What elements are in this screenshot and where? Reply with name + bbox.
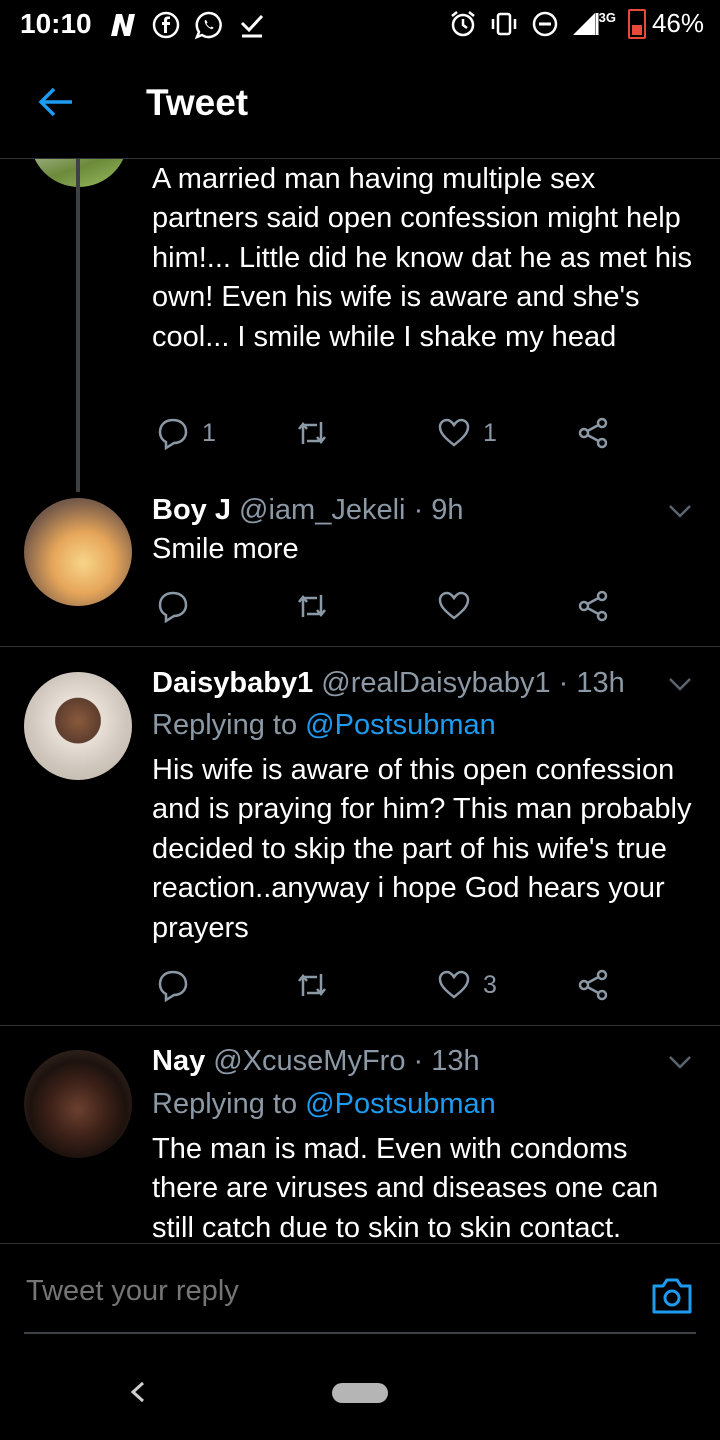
retweet-icon [298, 973, 326, 997]
battery-level: 46% [651, 8, 704, 38]
like-button[interactable] [437, 588, 483, 624]
author-name[interactable]: Boy J [152, 494, 231, 526]
signal-icon [572, 12, 599, 35]
tweet-text: Smile more [152, 533, 299, 565]
replying-to: Replying to @Postsubman [152, 709, 496, 742]
reply-button[interactable]: 1 [156, 415, 216, 451]
home-pill[interactable] [332, 1383, 388, 1403]
avatar[interactable] [24, 498, 132, 606]
retweet-button[interactable] [295, 967, 329, 1003]
status-bar: 10:10 3G 46% [0, 0, 720, 52]
tweet-thread[interactable]: A married man having multiple sex partne… [0, 159, 720, 1242]
tweet-text: The man is mad. Even with condoms there … [152, 1133, 659, 1242]
reply-composer [0, 1243, 720, 1336]
news-app-icon [111, 14, 135, 36]
page-title: Tweet [146, 82, 249, 123]
tweet-actions [152, 588, 622, 628]
alarm-icon [450, 10, 475, 36]
system-icons: 3G 46% [449, 8, 704, 39]
tweet-text: His wife is aware of this open confessio… [152, 754, 692, 944]
divider [0, 646, 720, 647]
retweet-button[interactable] [295, 588, 329, 624]
reply-icon [158, 418, 188, 450]
reply-input[interactable] [24, 1274, 608, 1309]
replying-to-label: Replying to [152, 709, 306, 741]
like-count: 3 [483, 970, 497, 999]
back-arrow-icon[interactable] [36, 82, 76, 122]
share-button[interactable] [576, 415, 610, 451]
mention-link[interactable]: @Postsubman [305, 1088, 496, 1120]
tweet-text: A married man having multiple sex partne… [152, 163, 692, 353]
status-time: 10:10 [20, 8, 92, 39]
download-done-icon [240, 14, 264, 38]
whatsapp-icon [194, 11, 222, 40]
replying-to-label: Replying to [152, 1088, 306, 1120]
like-button[interactable]: 3 [437, 967, 497, 1003]
retweet-icon [298, 594, 326, 618]
like-button[interactable]: 1 [437, 415, 497, 451]
tweet-meta: Nay @XcuseMyFro · 13h [152, 1045, 480, 1078]
like-count: 1 [483, 418, 497, 447]
divider [0, 1025, 720, 1026]
nav-back-icon[interactable] [128, 1380, 148, 1404]
reply-icon [158, 970, 188, 1002]
avatar[interactable] [24, 672, 132, 780]
author-handle[interactable]: @realDaisybaby1 [321, 667, 550, 699]
camera-icon[interactable] [650, 1276, 694, 1316]
facebook-icon [152, 11, 180, 39]
reply-count: 1 [202, 418, 216, 447]
reply-icon [158, 591, 188, 623]
tweet-actions: 3 [152, 967, 622, 1007]
share-icon [578, 590, 608, 622]
tweet-meta: Daisybaby1 @realDaisybaby1 · 13h [152, 667, 625, 700]
replying-to: Replying to @Postsubman [152, 1088, 496, 1121]
heart-icon [438, 418, 470, 447]
author-handle[interactable]: @iam_Jekeli [239, 494, 405, 526]
retweet-icon [298, 421, 326, 445]
share-icon [578, 969, 608, 1001]
tweet-time: · 13h [413, 1045, 480, 1077]
heart-icon [438, 591, 470, 620]
tweet-time: · 13h [558, 667, 625, 699]
share-button[interactable] [576, 588, 610, 624]
do-not-disturb-icon [532, 11, 557, 36]
share-icon [578, 417, 608, 449]
vibrate-icon [491, 12, 516, 35]
thread-connector [76, 159, 80, 492]
tweet-actions: 1 1 [152, 415, 622, 455]
mention-link[interactable]: @Postsubman [305, 709, 496, 741]
retweet-button[interactable] [295, 415, 329, 451]
chevron-down-icon[interactable] [668, 504, 692, 518]
heart-icon [438, 970, 470, 999]
chevron-down-icon[interactable] [668, 1055, 692, 1069]
author-handle[interactable]: @XcuseMyFro [213, 1045, 405, 1077]
reply-button[interactable] [156, 967, 202, 1003]
app-bar: Tweet [0, 52, 720, 159]
author-name[interactable]: Nay [152, 1045, 205, 1077]
network-type: 3G [598, 10, 616, 25]
reply-button[interactable] [156, 588, 202, 624]
composer-underline [24, 1332, 696, 1334]
author-name[interactable]: Daisybaby1 [152, 667, 313, 699]
notification-icons [108, 10, 266, 40]
avatar[interactable] [24, 1050, 132, 1158]
share-button[interactable] [576, 967, 610, 1003]
battery-icon [627, 8, 646, 39]
chevron-down-icon[interactable] [668, 677, 692, 691]
tweet-meta: Boy J @iam_Jekeli · 9h [152, 494, 464, 527]
tweet-time: · 9h [413, 494, 464, 526]
